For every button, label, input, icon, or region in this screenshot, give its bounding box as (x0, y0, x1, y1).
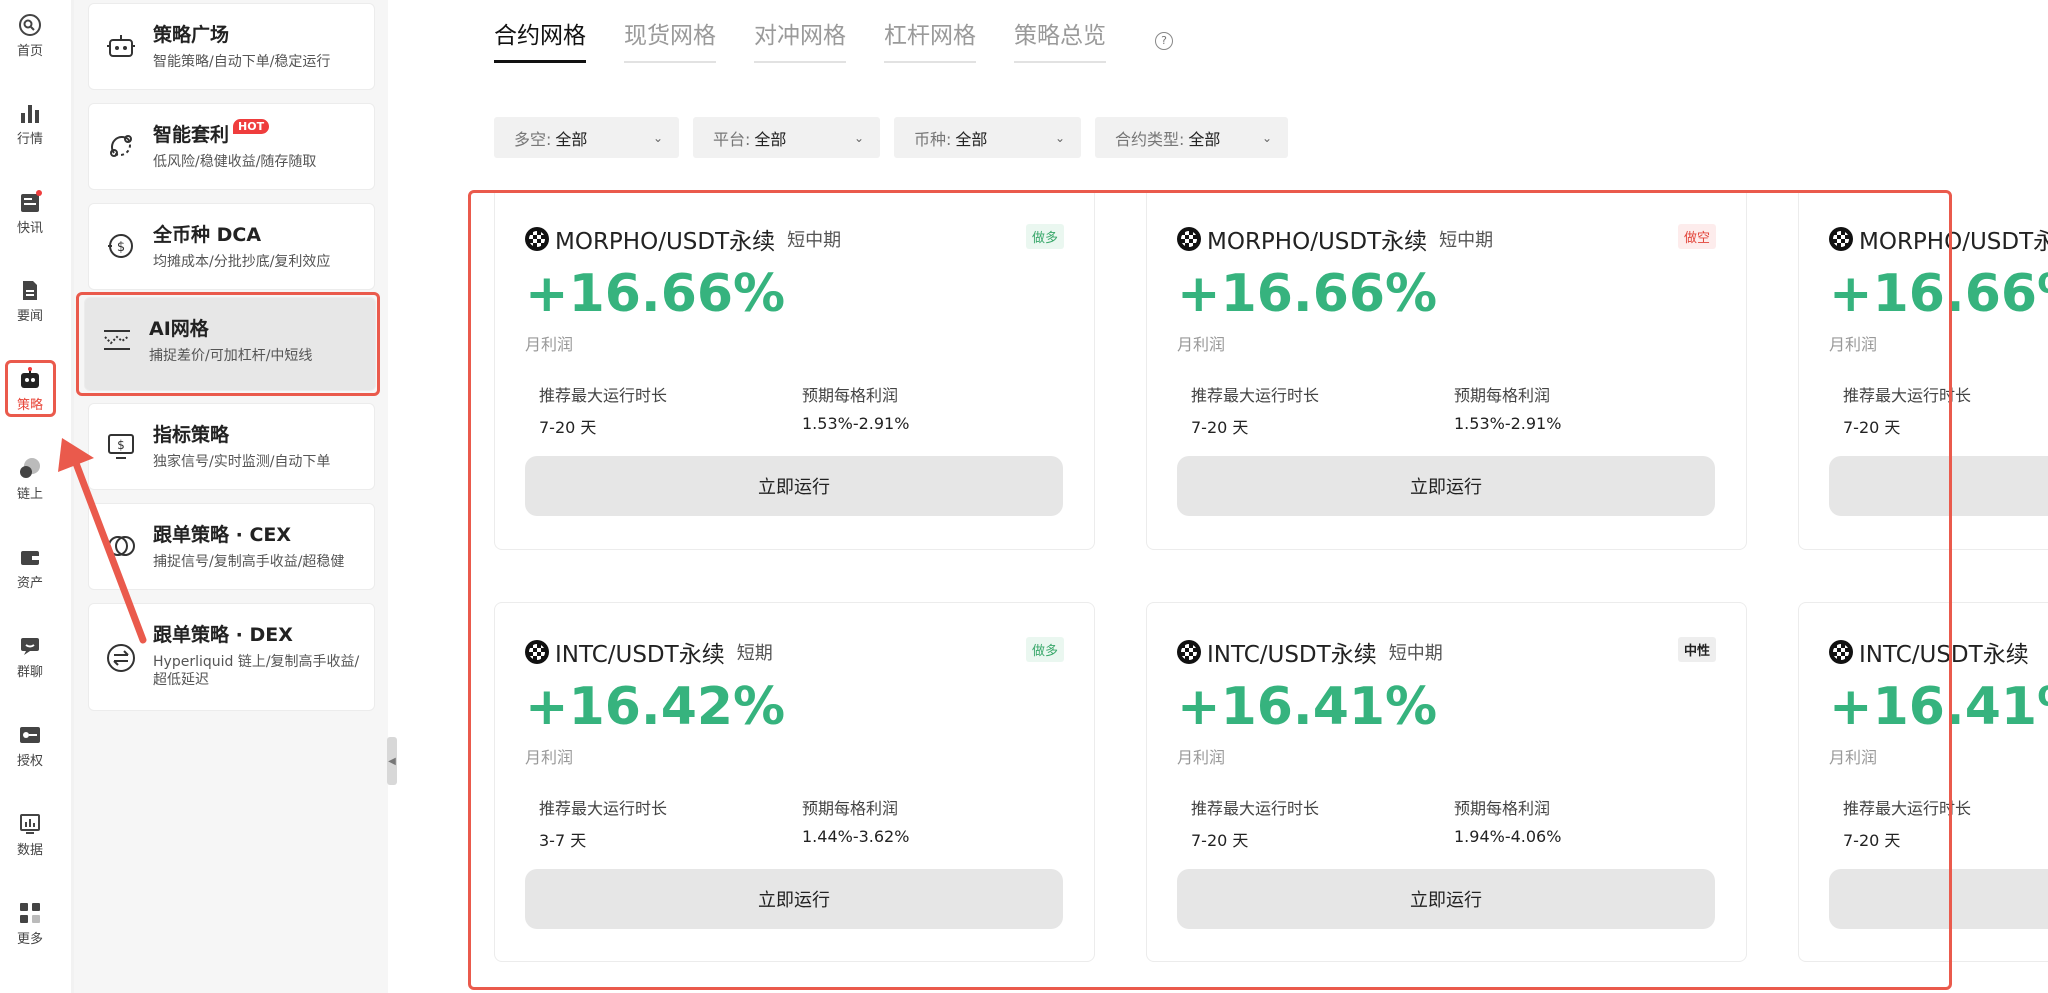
grid-type-tabs: 合约网格 现货网格 对冲网格 杠杆网格 策略总览 (494, 16, 1106, 63)
filter-label: 平台: (713, 129, 751, 149)
filter-contract-type[interactable]: 合约类型: 全部 ⌄ (1095, 117, 1288, 158)
annotation-arrow (58, 438, 147, 644)
cards-highlight-box (468, 190, 1952, 990)
tab-hedge-grid[interactable]: 对冲网格 (754, 16, 846, 63)
filter-value: 全部 (555, 129, 588, 149)
help-icon[interactable]: ? (1155, 32, 1173, 50)
filter-coin[interactable]: 币种: 全部 ⌄ (894, 117, 1081, 158)
tab-leverage-grid[interactable]: 杠杆网格 (884, 16, 976, 63)
filter-platform[interactable]: 平台: 全部 ⌄ (693, 117, 880, 158)
filter-bar: 多空: 全部 ⌄ 平台: 全部 ⌄ 币种: 全部 ⌄ 合约类型: 全部 ⌄ (494, 117, 1302, 158)
filter-label: 币种: (914, 129, 952, 149)
tab-contract-grid[interactable]: 合约网格 (494, 16, 586, 63)
filter-label: 合约类型: (1115, 129, 1185, 149)
filter-direction[interactable]: 多空: 全部 ⌄ (494, 117, 679, 158)
chevron-down-icon: ⌄ (853, 130, 864, 145)
tab-spot-grid[interactable]: 现货网格 (624, 16, 716, 63)
chevron-down-icon: ⌄ (1054, 130, 1065, 145)
filter-value: 全部 (754, 129, 787, 149)
filter-value: 全部 (955, 129, 988, 149)
chevron-down-icon: ⌄ (1261, 130, 1272, 145)
chevron-down-icon: ⌄ (652, 130, 663, 145)
filter-value: 全部 (1188, 129, 1221, 149)
tab-strategy-overview[interactable]: 策略总览 (1014, 16, 1106, 63)
filter-label: 多空: (514, 129, 552, 149)
